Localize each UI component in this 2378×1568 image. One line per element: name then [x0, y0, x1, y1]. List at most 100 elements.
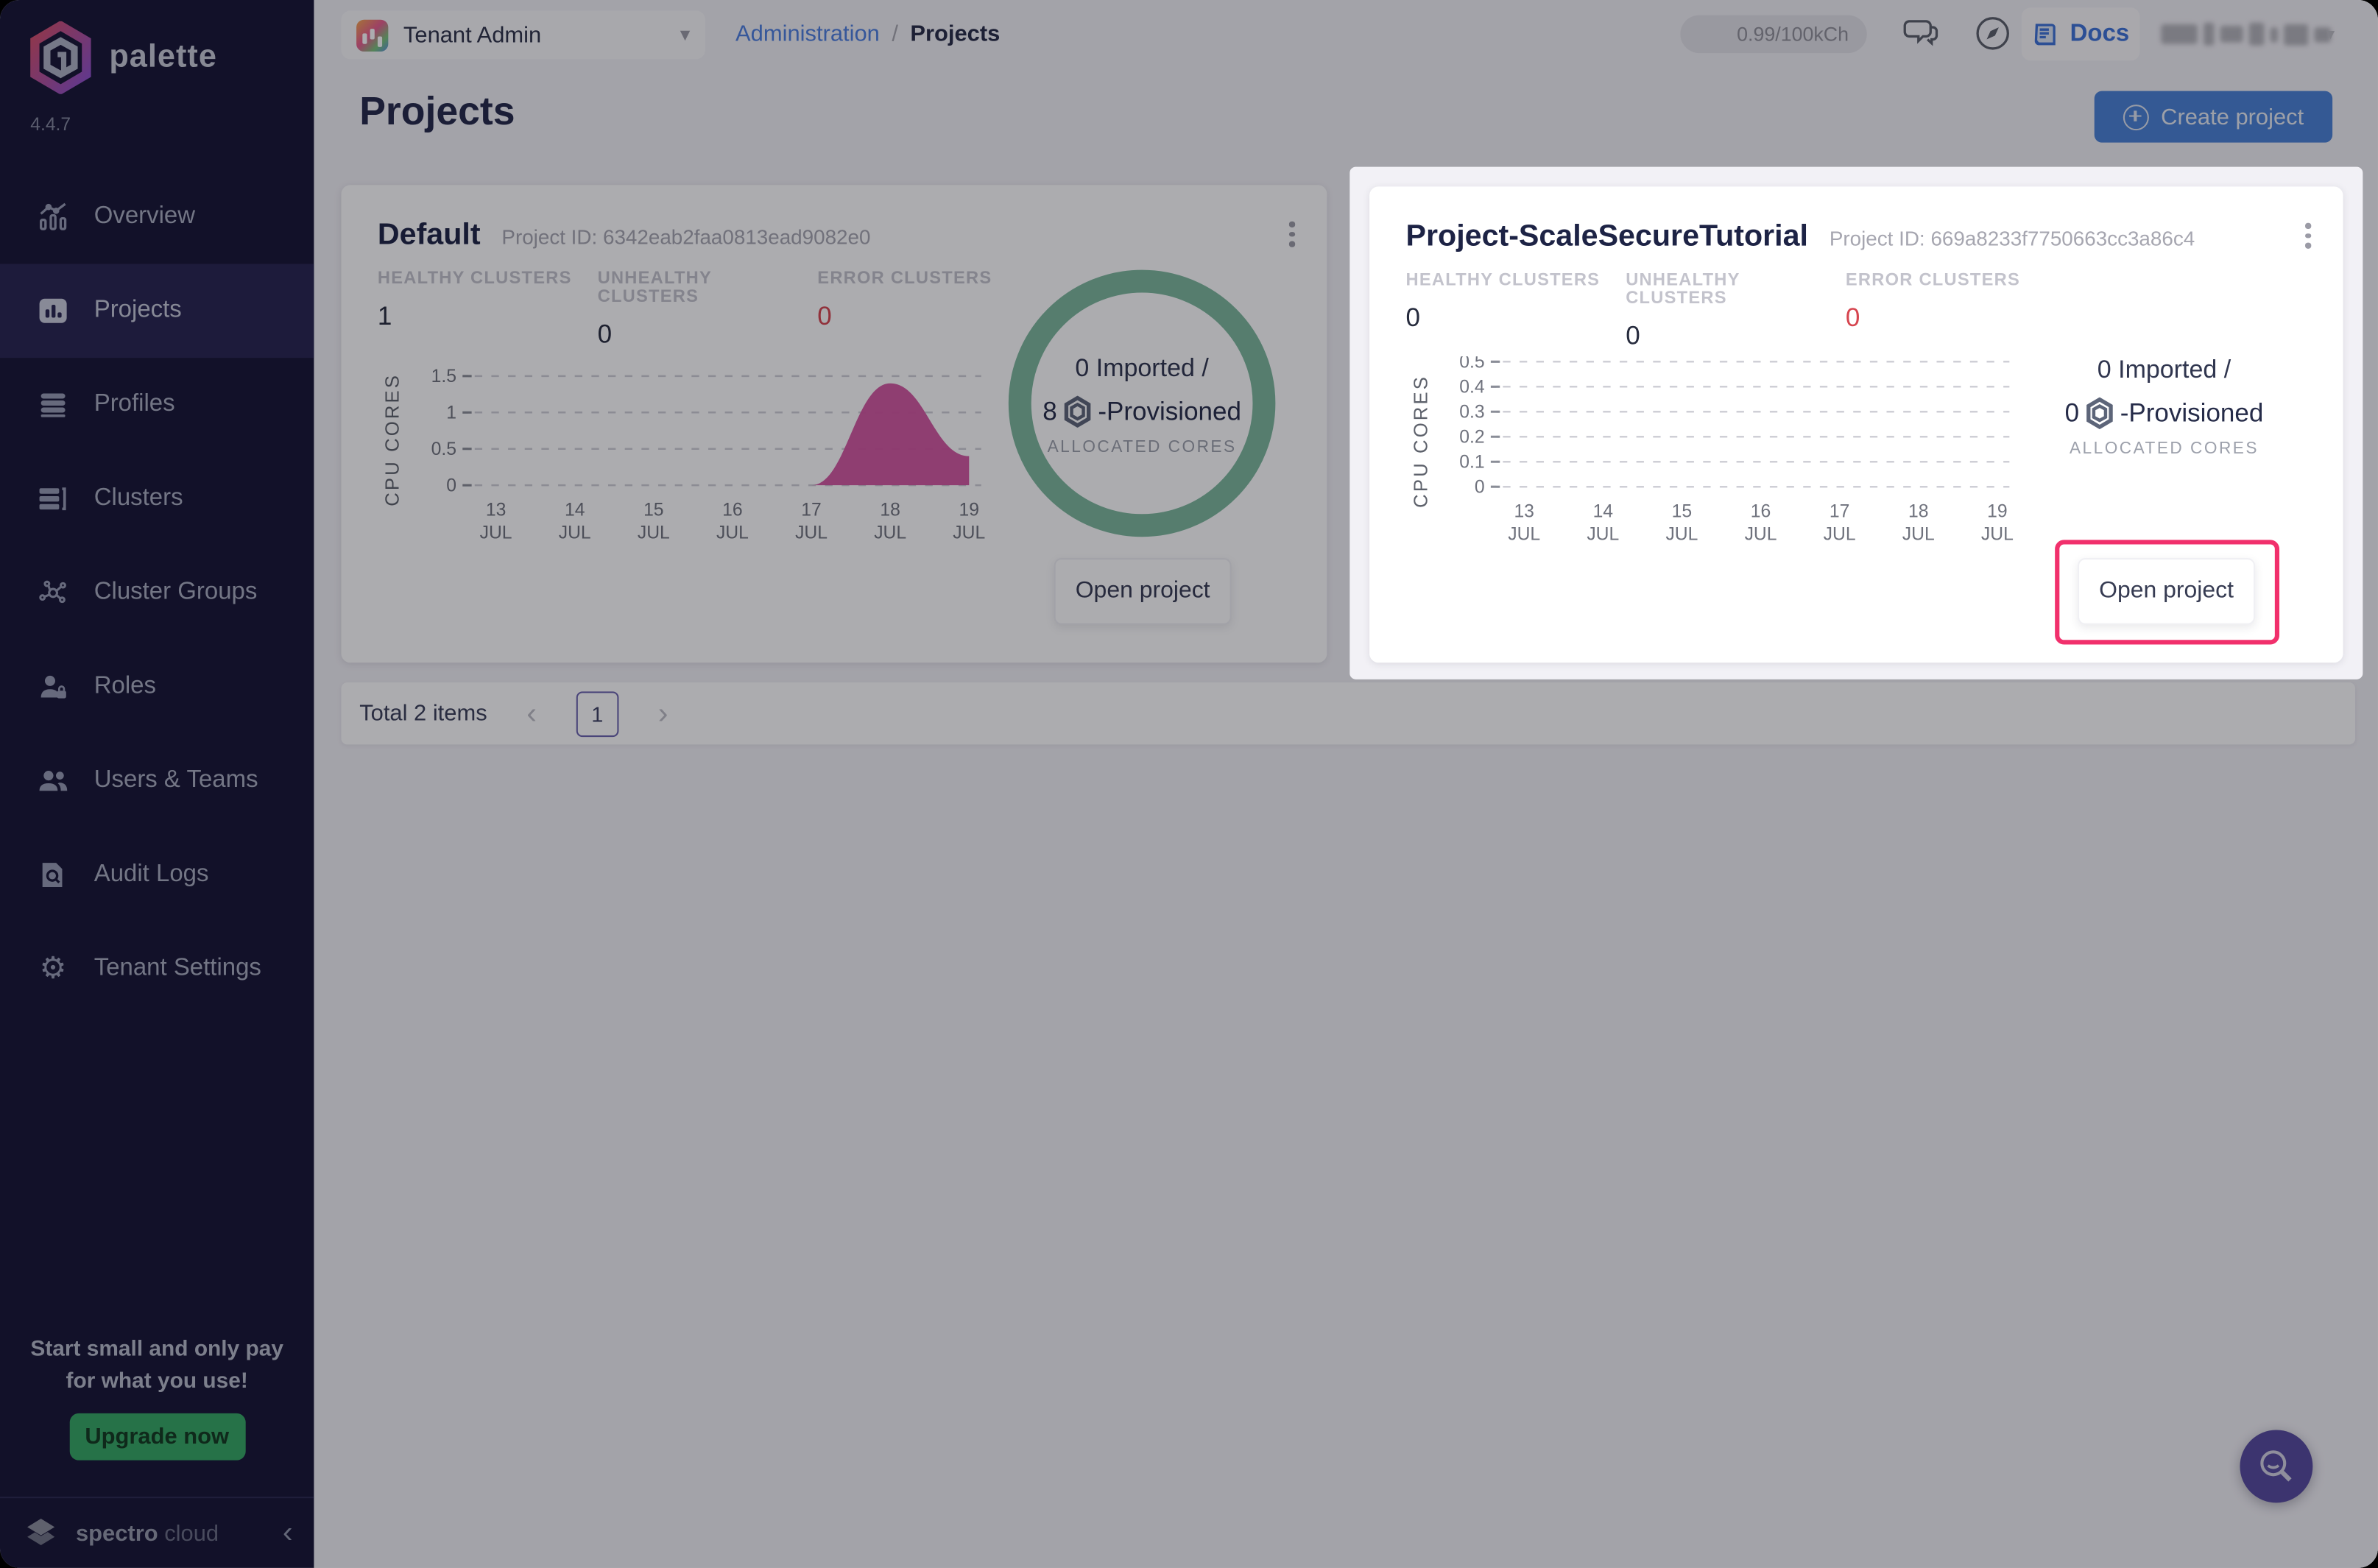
- card-menu-kebab-icon[interactable]: [2298, 223, 2319, 256]
- svg-text:JUL: JUL: [1587, 524, 1619, 544]
- svg-text:0.5: 0.5: [1459, 356, 1484, 372]
- layers-icon: [36, 388, 69, 421]
- open-project-button[interactable]: Open project: [2078, 558, 2255, 625]
- svg-text:18: 18: [1908, 501, 1928, 521]
- svg-text:13: 13: [1514, 501, 1534, 521]
- cpu-cores-chart: CPU CORES00.511.513JUL14JUL15JUL16JUL17J…: [381, 355, 987, 555]
- page-header: Projects Create project: [314, 70, 2378, 167]
- svg-text:0.2: 0.2: [1459, 427, 1484, 447]
- tenant-scope-value: Tenant Admin: [403, 22, 541, 48]
- gear-icon: ⚙: [36, 953, 69, 986]
- svg-text:17: 17: [1830, 501, 1849, 521]
- breadcrumb-projects: Projects: [910, 21, 1000, 47]
- compass-icon[interactable]: [1973, 14, 2013, 54]
- network-nodes-icon: [36, 576, 69, 610]
- sidebar-item-label: Overview: [94, 203, 195, 230]
- upgrade-now-button[interactable]: Upgrade now: [69, 1413, 245, 1461]
- svg-text:15: 15: [1672, 501, 1692, 521]
- svg-text:CPU CORES: CPU CORES: [1411, 375, 1431, 508]
- open-project-button[interactable]: Open project: [1054, 558, 1232, 625]
- cluster-stats: HEALTHY CLUSTERS 1 UNHEALTHY CLUSTERS 0 …: [378, 270, 1045, 350]
- breadcrumb: Administration / Projects: [735, 21, 1000, 47]
- svg-text:JUL: JUL: [638, 523, 670, 543]
- pagination-prev-icon[interactable]: ‹: [521, 699, 543, 729]
- sidebar-item-label: Cluster Groups: [94, 579, 258, 607]
- create-project-button[interactable]: Create project: [2095, 91, 2332, 143]
- svg-text:JUL: JUL: [559, 523, 591, 543]
- svg-text:13: 13: [486, 500, 506, 520]
- page-title: Projects: [359, 88, 515, 135]
- chevron-down-icon: ▾: [2326, 24, 2335, 44]
- svg-text:JUL: JUL: [1981, 524, 2014, 544]
- sidebar-item-label: Tenant Settings: [94, 956, 261, 983]
- card-menu-kebab-icon[interactable]: [1282, 222, 1303, 255]
- sidebar-item-audit-logs[interactable]: Audit Logs: [0, 828, 314, 922]
- project-title: Default: [378, 219, 481, 253]
- promo-text-line2: for what you use!: [15, 1366, 299, 1398]
- svg-text:JUL: JUL: [1824, 524, 1856, 544]
- docs-link[interactable]: Docs: [2022, 7, 2140, 60]
- tenant-scope-select[interactable]: Tenant Admin ▾: [341, 10, 705, 59]
- cluster-stats: HEALTHY CLUSTERS 0 UNHEALTHY CLUSTERS 0 …: [1406, 272, 2073, 352]
- bar-chart-icon: [36, 294, 69, 328]
- svg-text:CPU CORES: CPU CORES: [383, 373, 403, 506]
- upgrade-promo: Start small and only pay for what you us…: [15, 1335, 299, 1461]
- user-lock-icon: [36, 670, 69, 703]
- svg-text:JUL: JUL: [1902, 524, 1935, 544]
- palette-hexagon-icon: [2085, 398, 2114, 429]
- allocated-cores-summary: 0 Imported / 8 -Provisioned ALLOCATED CO…: [975, 355, 1309, 456]
- sidebar-item-label: Clusters: [94, 485, 183, 512]
- sidebar-item-roles[interactable]: Roles: [0, 640, 314, 734]
- sidebar-item-overview[interactable]: Overview: [0, 170, 314, 264]
- breadcrumb-administration[interactable]: Administration: [735, 21, 880, 47]
- pagination-page-1[interactable]: 1: [576, 691, 619, 736]
- spectrocloud-wordmark: spectro cloud: [76, 1520, 219, 1546]
- user-account-redacted[interactable]: [2161, 23, 2331, 46]
- svg-text:JUL: JUL: [874, 523, 906, 543]
- stat-healthy: HEALTHY CLUSTERS 1: [378, 270, 598, 350]
- stat-healthy: HEALTHY CLUSTERS 0: [1406, 272, 1626, 352]
- palette-logo-icon: [27, 21, 94, 94]
- sidebar-item-tenant-settings[interactable]: ⚙ Tenant Settings: [0, 922, 314, 1016]
- chat-icon[interactable]: [1902, 14, 1941, 54]
- sidebar-item-label: Audit Logs: [94, 861, 209, 889]
- cpu-cores-chart: CPU CORES00.10.20.30.40.513JUL14JUL15JUL…: [1409, 356, 2016, 557]
- sidebar-item-users-teams[interactable]: Users & Teams: [0, 734, 314, 828]
- breadcrumb-separator: /: [892, 21, 898, 47]
- users-icon: [36, 764, 69, 797]
- project-id: Project ID: 6342eab2faa0813ead9082e0: [501, 226, 870, 249]
- svg-text:16: 16: [722, 500, 742, 520]
- topbar: Tenant Admin ▾ Administration / Projects…: [314, 0, 2378, 70]
- svg-text:0.3: 0.3: [1459, 403, 1484, 423]
- svg-text:JUL: JUL: [1508, 524, 1540, 544]
- sidebar-item-label: Roles: [94, 674, 156, 701]
- svg-text:0.1: 0.1: [1459, 452, 1484, 472]
- doc-search-icon: [36, 858, 69, 891]
- sidebar-item-cluster-groups[interactable]: Cluster Groups: [0, 546, 314, 640]
- sidebar-collapse-icon[interactable]: ‹: [283, 1518, 293, 1548]
- svg-text:0: 0: [446, 476, 456, 495]
- sidebar-item-profiles[interactable]: Profiles: [0, 358, 314, 452]
- search-beacon-button[interactable]: [2240, 1430, 2312, 1502]
- project-id: Project ID: 669a8233f7750663cc3a86c4: [1830, 227, 2195, 250]
- svg-text:19: 19: [959, 500, 979, 520]
- main-content: Tenant Admin ▾ Administration / Projects…: [314, 0, 2378, 1568]
- svg-text:JUL: JUL: [480, 523, 512, 543]
- svg-text:17: 17: [801, 500, 821, 520]
- svg-text:JUL: JUL: [1665, 524, 1698, 544]
- pagination-bar: Total 2 items ‹ 1 ›: [341, 682, 2355, 744]
- svg-text:1: 1: [446, 403, 456, 423]
- sidebar-item-clusters[interactable]: Clusters: [0, 452, 314, 546]
- app-version: 4.4.7: [30, 113, 71, 135]
- svg-text:1.5: 1.5: [431, 367, 456, 386]
- brand-logo: palette: [27, 21, 217, 94]
- stat-error: ERROR CLUSTERS 0: [817, 270, 1045, 350]
- pagination-next-icon[interactable]: ›: [652, 699, 674, 729]
- project-title: Project-ScaleSecureTutorial: [1406, 220, 1808, 255]
- sidebar-item-projects[interactable]: Projects: [0, 264, 314, 358]
- svg-text:14: 14: [1593, 501, 1614, 521]
- stat-unhealthy: UNHEALTHY CLUSTERS 0: [598, 270, 818, 350]
- svg-text:16: 16: [1751, 501, 1771, 521]
- allocated-cores-summary: 0 Imported / 0 -Provisioned ALLOCATED CO…: [1997, 356, 2331, 458]
- sidebar-item-label: Users & Teams: [94, 767, 258, 794]
